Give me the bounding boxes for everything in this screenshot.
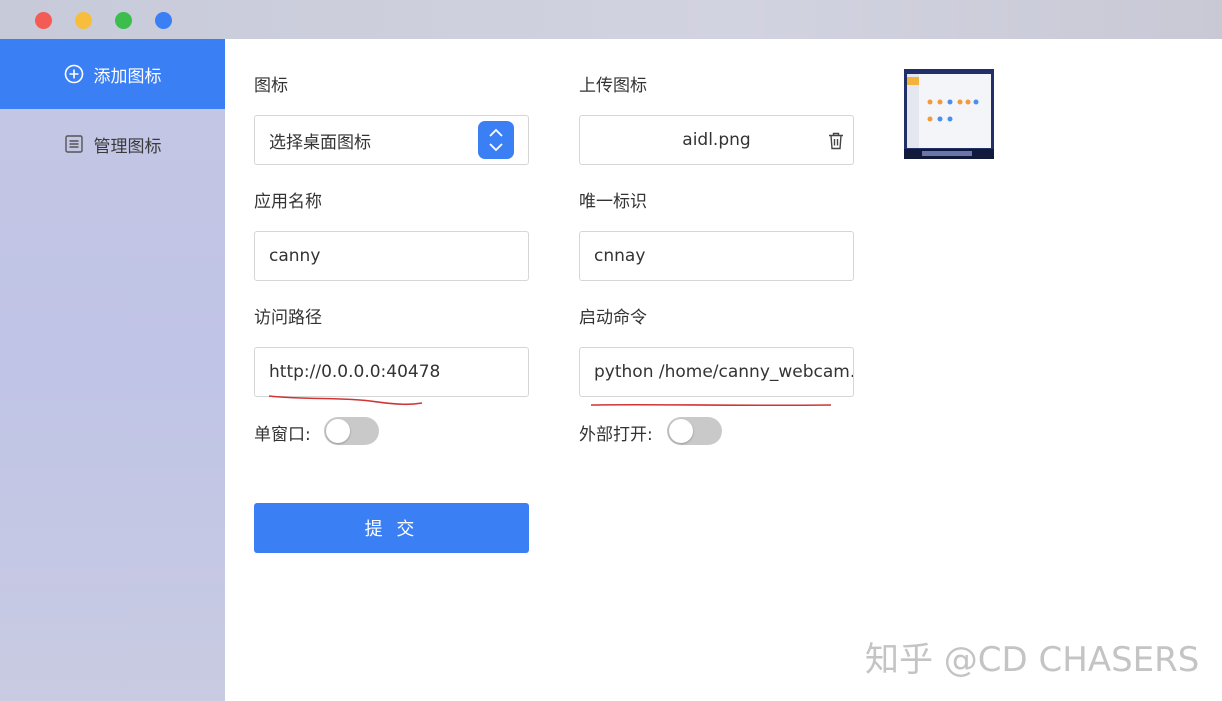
icon-select-placeholder: 选择桌面图标 [269, 132, 371, 153]
launch-command-field[interactable] [579, 347, 854, 397]
launch-command-input[interactable] [594, 362, 853, 382]
uploaded-icon-preview [904, 69, 994, 159]
close-window-button[interactable] [35, 12, 52, 29]
red-underline-annotation [268, 395, 423, 406]
upload-icon-field[interactable]: aidl.png [579, 115, 854, 165]
access-path-input[interactable] [269, 362, 528, 382]
external-open-label: 外部打开: [579, 425, 653, 445]
launch-command-label: 启动命令 [579, 308, 647, 328]
minimize-window-button[interactable] [75, 12, 92, 29]
sidebar: 添加图标 管理图标 [0, 39, 225, 701]
sidebar-item-label: 添加图标 [93, 66, 162, 87]
extra-window-button[interactable] [155, 12, 172, 29]
window-titlebar [0, 0, 1222, 39]
list-icon [64, 134, 84, 154]
single-window-label: 单窗口: [254, 425, 311, 445]
sidebar-item-label: 管理图标 [93, 136, 162, 157]
access-path-field[interactable] [254, 347, 529, 397]
sidebar-item-add-icon[interactable]: 添加图标 [0, 39, 225, 109]
icon-select[interactable]: 选择桌面图标 [254, 115, 529, 165]
maximize-window-button[interactable] [115, 12, 132, 29]
access-path-label: 访问路径 [254, 308, 322, 328]
chevron-up-down-icon[interactable] [478, 121, 514, 159]
single-window-toggle[interactable] [324, 417, 379, 445]
upload-icon-label: 上传图标 [579, 76, 647, 96]
icon-label: 图标 [254, 76, 288, 96]
app-name-label: 应用名称 [254, 192, 322, 212]
app-name-field[interactable] [254, 231, 529, 281]
watermark: 知乎 @CD CHASERS [865, 640, 1200, 680]
trash-icon[interactable] [827, 131, 845, 156]
sidebar-item-manage-icons[interactable]: 管理图标 [0, 109, 225, 179]
plus-circle-icon [64, 64, 84, 84]
main-panel: 图标 选择桌面图标 上传图标 aidl.png 应用名称 唯一标识 [225, 39, 1222, 701]
unique-id-input[interactable] [594, 246, 853, 266]
toggle-knob [669, 419, 693, 443]
uploaded-filename: aidl.png [682, 130, 751, 150]
external-open-toggle[interactable] [667, 417, 722, 445]
submit-button[interactable]: 提 交 [254, 503, 529, 553]
unique-id-label: 唯一标识 [579, 192, 647, 212]
red-underline-annotation [590, 403, 832, 407]
unique-id-field[interactable] [579, 231, 854, 281]
app-name-input[interactable] [269, 246, 528, 266]
toggle-knob [326, 419, 350, 443]
